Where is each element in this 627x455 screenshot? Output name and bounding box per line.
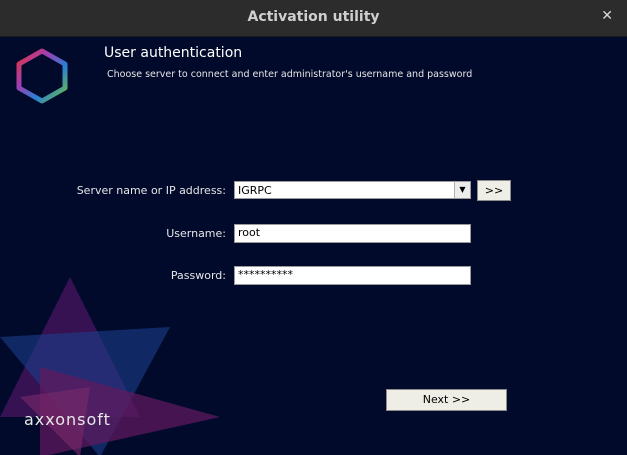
page-heading: User authentication: [104, 45, 243, 61]
server-combobox[interactable]: IGRPC ▼: [234, 181, 471, 199]
password-field[interactable]: **********: [234, 266, 471, 285]
title-bar: Activation utility ✕: [0, 0, 627, 37]
activation-window: Activation utility ✕ User authentication…: [0, 0, 627, 455]
brand-logo-text: axxonsoft: [24, 410, 111, 429]
password-label: Password:: [170, 269, 226, 282]
server-label: Server name or IP address:: [76, 184, 226, 197]
username-label: Username:: [166, 227, 226, 240]
close-icon[interactable]: ✕: [601, 8, 613, 24]
window-title: Activation utility: [247, 9, 380, 25]
server-value: IGRPC: [238, 184, 272, 197]
content-area: User authentication Choose server to con…: [0, 37, 627, 455]
browse-server-button[interactable]: >>: [477, 180, 511, 201]
next-button[interactable]: Next >>: [386, 389, 507, 411]
chevron-down-icon[interactable]: ▼: [454, 182, 470, 198]
hexagon-logo-icon: [16, 48, 68, 104]
page-subheading: Choose server to connect and enter admin…: [107, 69, 473, 80]
username-field[interactable]: root: [234, 224, 471, 243]
